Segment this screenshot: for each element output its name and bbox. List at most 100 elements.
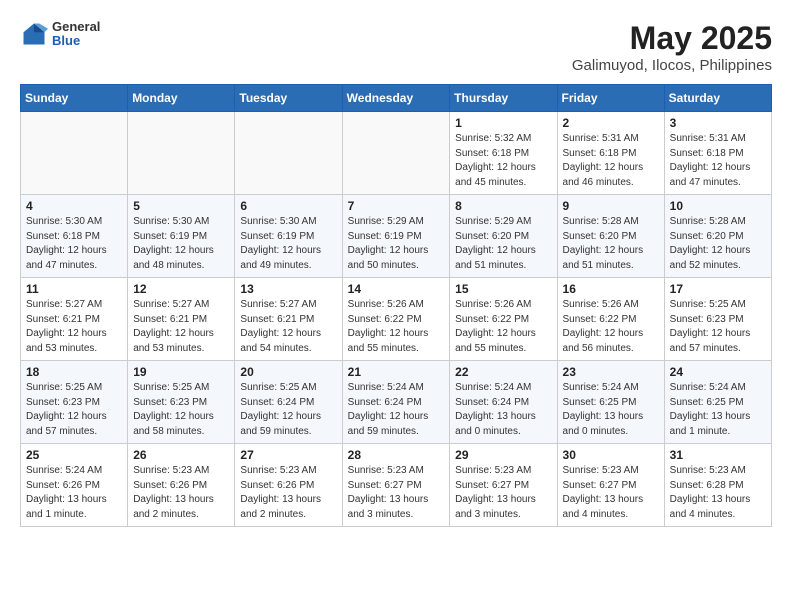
calendar-week-row: 4 Sunrise: 5:30 AM Sunset: 6:18 PM Daylig…: [21, 195, 772, 278]
day-number: 25: [26, 448, 122, 462]
day-number: 7: [348, 199, 445, 213]
day-info: Sunrise: 5:24 AM Sunset: 6:26 PM Dayligh…: [26, 464, 122, 522]
page-header: General Blue May 2025 Galimuyod, Ilocos,…: [20, 20, 772, 74]
day-info: Sunrise: 5:26 AM Sunset: 6:22 PM Dayligh…: [563, 298, 659, 356]
calendar-cell: 15 Sunrise: 5:26 AM Sunset: 6:22 PM Dayli…: [450, 278, 557, 361]
weekday-header: Tuesday: [235, 85, 342, 112]
weekday-header: Friday: [557, 85, 664, 112]
calendar-cell: 20 Sunrise: 5:25 AM Sunset: 6:24 PM Dayli…: [235, 361, 342, 444]
calendar-week-row: 25 Sunrise: 5:24 AM Sunset: 6:26 PM Dayli…: [21, 444, 772, 527]
day-info: Sunrise: 5:24 AM Sunset: 6:24 PM Dayligh…: [455, 381, 551, 439]
day-number: 28: [348, 448, 445, 462]
calendar-cell: 7 Sunrise: 5:29 AM Sunset: 6:19 PM Daylig…: [342, 195, 450, 278]
day-number: 3: [670, 116, 766, 130]
day-info: Sunrise: 5:24 AM Sunset: 6:25 PM Dayligh…: [563, 381, 659, 439]
calendar-cell: 1 Sunrise: 5:32 AM Sunset: 6:18 PM Daylig…: [450, 112, 557, 195]
day-number: 19: [133, 365, 229, 379]
calendar-week-row: 18Sunrise: 5:25 AM Sunset: 6:23 PM Dayli…: [21, 361, 772, 444]
logo-text: General Blue: [52, 20, 100, 49]
calendar-cell: 23 Sunrise: 5:24 AM Sunset: 6:25 PM Dayli…: [557, 361, 664, 444]
page-subtitle: Galimuyod, Ilocos, Philippines: [572, 57, 772, 74]
day-number: 8: [455, 199, 551, 213]
day-info: Sunrise: 5:25 AM Sunset: 6:23 PM Dayligh…: [670, 298, 766, 356]
calendar-table: SundayMondayTuesdayWednesdayThursdayFrid…: [20, 84, 772, 527]
calendar-cell: 17 Sunrise: 5:25 AM Sunset: 6:23 PM Dayli…: [664, 278, 771, 361]
day-number: 21: [348, 365, 445, 379]
calendar-cell: 12 Sunrise: 5:27 AM Sunset: 6:21 PM Dayli…: [128, 278, 235, 361]
calendar-cell: 28 Sunrise: 5:23 AM Sunset: 6:27 PM Dayli…: [342, 444, 450, 527]
day-number: 15: [455, 282, 551, 296]
calendar-cell: 29 Sunrise: 5:23 AM Sunset: 6:27 PM Dayli…: [450, 444, 557, 527]
day-info: Sunrise: 5:24 AM Sunset: 6:25 PM Dayligh…: [670, 381, 766, 439]
day-number: 17: [670, 282, 766, 296]
calendar-cell: 3 Sunrise: 5:31 AM Sunset: 6:18 PM Daylig…: [664, 112, 771, 195]
day-number: 11: [26, 282, 122, 296]
logo-blue: Blue: [52, 34, 100, 48]
day-number: 13: [240, 282, 336, 296]
day-info: Sunrise: 5:27 AM Sunset: 6:21 PM Dayligh…: [133, 298, 229, 356]
calendar-cell: 14Sunrise: 5:26 AM Sunset: 6:22 PM Dayli…: [342, 278, 450, 361]
day-info: Sunrise: 5:27 AM Sunset: 6:21 PM Dayligh…: [240, 298, 336, 356]
calendar-week-row: 1 Sunrise: 5:32 AM Sunset: 6:18 PM Daylig…: [21, 112, 772, 195]
calendar-cell: 25 Sunrise: 5:24 AM Sunset: 6:26 PM Dayli…: [21, 444, 128, 527]
day-info: Sunrise: 5:28 AM Sunset: 6:20 PM Dayligh…: [563, 215, 659, 273]
calendar-cell: [342, 112, 450, 195]
weekday-header: Monday: [128, 85, 235, 112]
logo-general: General: [52, 20, 100, 34]
day-number: 9: [563, 199, 659, 213]
logo-icon: [20, 20, 48, 48]
day-info: Sunrise: 5:23 AM Sunset: 6:28 PM Dayligh…: [670, 464, 766, 522]
day-number: 16: [563, 282, 659, 296]
calendar-cell: 21 Sunrise: 5:24 AM Sunset: 6:24 PM Dayli…: [342, 361, 450, 444]
day-info: Sunrise: 5:29 AM Sunset: 6:19 PM Dayligh…: [348, 215, 445, 273]
calendar-cell: 22 Sunrise: 5:24 AM Sunset: 6:24 PM Dayli…: [450, 361, 557, 444]
calendar-cell: 8Sunrise: 5:29 AM Sunset: 6:20 PM Daylig…: [450, 195, 557, 278]
day-number: 12: [133, 282, 229, 296]
day-info: Sunrise: 5:25 AM Sunset: 6:23 PM Dayligh…: [26, 381, 122, 439]
day-info: Sunrise: 5:30 AM Sunset: 6:19 PM Dayligh…: [133, 215, 229, 273]
day-number: 6: [240, 199, 336, 213]
day-info: Sunrise: 5:25 AM Sunset: 6:24 PM Dayligh…: [240, 381, 336, 439]
day-info: Sunrise: 5:28 AM Sunset: 6:20 PM Dayligh…: [670, 215, 766, 273]
day-number: 5: [133, 199, 229, 213]
calendar-cell: [21, 112, 128, 195]
calendar-cell: 5 Sunrise: 5:30 AM Sunset: 6:19 PM Daylig…: [128, 195, 235, 278]
weekday-header: Sunday: [21, 85, 128, 112]
day-number: 10: [670, 199, 766, 213]
calendar-cell: 26Sunrise: 5:23 AM Sunset: 6:26 PM Dayli…: [128, 444, 235, 527]
calendar-cell: 27Sunrise: 5:23 AM Sunset: 6:26 PM Dayli…: [235, 444, 342, 527]
day-info: Sunrise: 5:32 AM Sunset: 6:18 PM Dayligh…: [455, 132, 551, 190]
day-info: Sunrise: 5:26 AM Sunset: 6:22 PM Dayligh…: [348, 298, 445, 356]
day-number: 31: [670, 448, 766, 462]
day-info: Sunrise: 5:26 AM Sunset: 6:22 PM Dayligh…: [455, 298, 551, 356]
calendar-cell: 6 Sunrise: 5:30 AM Sunset: 6:19 PM Daylig…: [235, 195, 342, 278]
calendar-cell: 31 Sunrise: 5:23 AM Sunset: 6:28 PM Dayli…: [664, 444, 771, 527]
day-info: Sunrise: 5:27 AM Sunset: 6:21 PM Dayligh…: [26, 298, 122, 356]
day-number: 29: [455, 448, 551, 462]
logo: General Blue: [20, 20, 100, 49]
day-info: Sunrise: 5:23 AM Sunset: 6:27 PM Dayligh…: [348, 464, 445, 522]
calendar-header-row: SundayMondayTuesdayWednesdayThursdayFrid…: [21, 85, 772, 112]
calendar-cell: 19 Sunrise: 5:25 AM Sunset: 6:23 PM Dayli…: [128, 361, 235, 444]
calendar-cell: 9 Sunrise: 5:28 AM Sunset: 6:20 PM Daylig…: [557, 195, 664, 278]
day-info: Sunrise: 5:23 AM Sunset: 6:27 PM Dayligh…: [455, 464, 551, 522]
title-block: May 2025 Galimuyod, Ilocos, Philippines: [572, 20, 772, 74]
calendar-cell: 18Sunrise: 5:25 AM Sunset: 6:23 PM Dayli…: [21, 361, 128, 444]
day-number: 4: [26, 199, 122, 213]
day-info: Sunrise: 5:23 AM Sunset: 6:27 PM Dayligh…: [563, 464, 659, 522]
calendar-cell: 30Sunrise: 5:23 AM Sunset: 6:27 PM Dayli…: [557, 444, 664, 527]
day-info: Sunrise: 5:30 AM Sunset: 6:18 PM Dayligh…: [26, 215, 122, 273]
day-number: 22: [455, 365, 551, 379]
weekday-header: Saturday: [664, 85, 771, 112]
calendar-cell: 24Sunrise: 5:24 AM Sunset: 6:25 PM Dayli…: [664, 361, 771, 444]
calendar-cell: 11 Sunrise: 5:27 AM Sunset: 6:21 PM Dayli…: [21, 278, 128, 361]
day-number: 1: [455, 116, 551, 130]
day-info: Sunrise: 5:31 AM Sunset: 6:18 PM Dayligh…: [670, 132, 766, 190]
day-number: 20: [240, 365, 336, 379]
day-info: Sunrise: 5:24 AM Sunset: 6:24 PM Dayligh…: [348, 381, 445, 439]
day-info: Sunrise: 5:25 AM Sunset: 6:23 PM Dayligh…: [133, 381, 229, 439]
day-number: 23: [563, 365, 659, 379]
calendar-cell: [128, 112, 235, 195]
day-info: Sunrise: 5:23 AM Sunset: 6:26 PM Dayligh…: [133, 464, 229, 522]
day-info: Sunrise: 5:30 AM Sunset: 6:19 PM Dayligh…: [240, 215, 336, 273]
